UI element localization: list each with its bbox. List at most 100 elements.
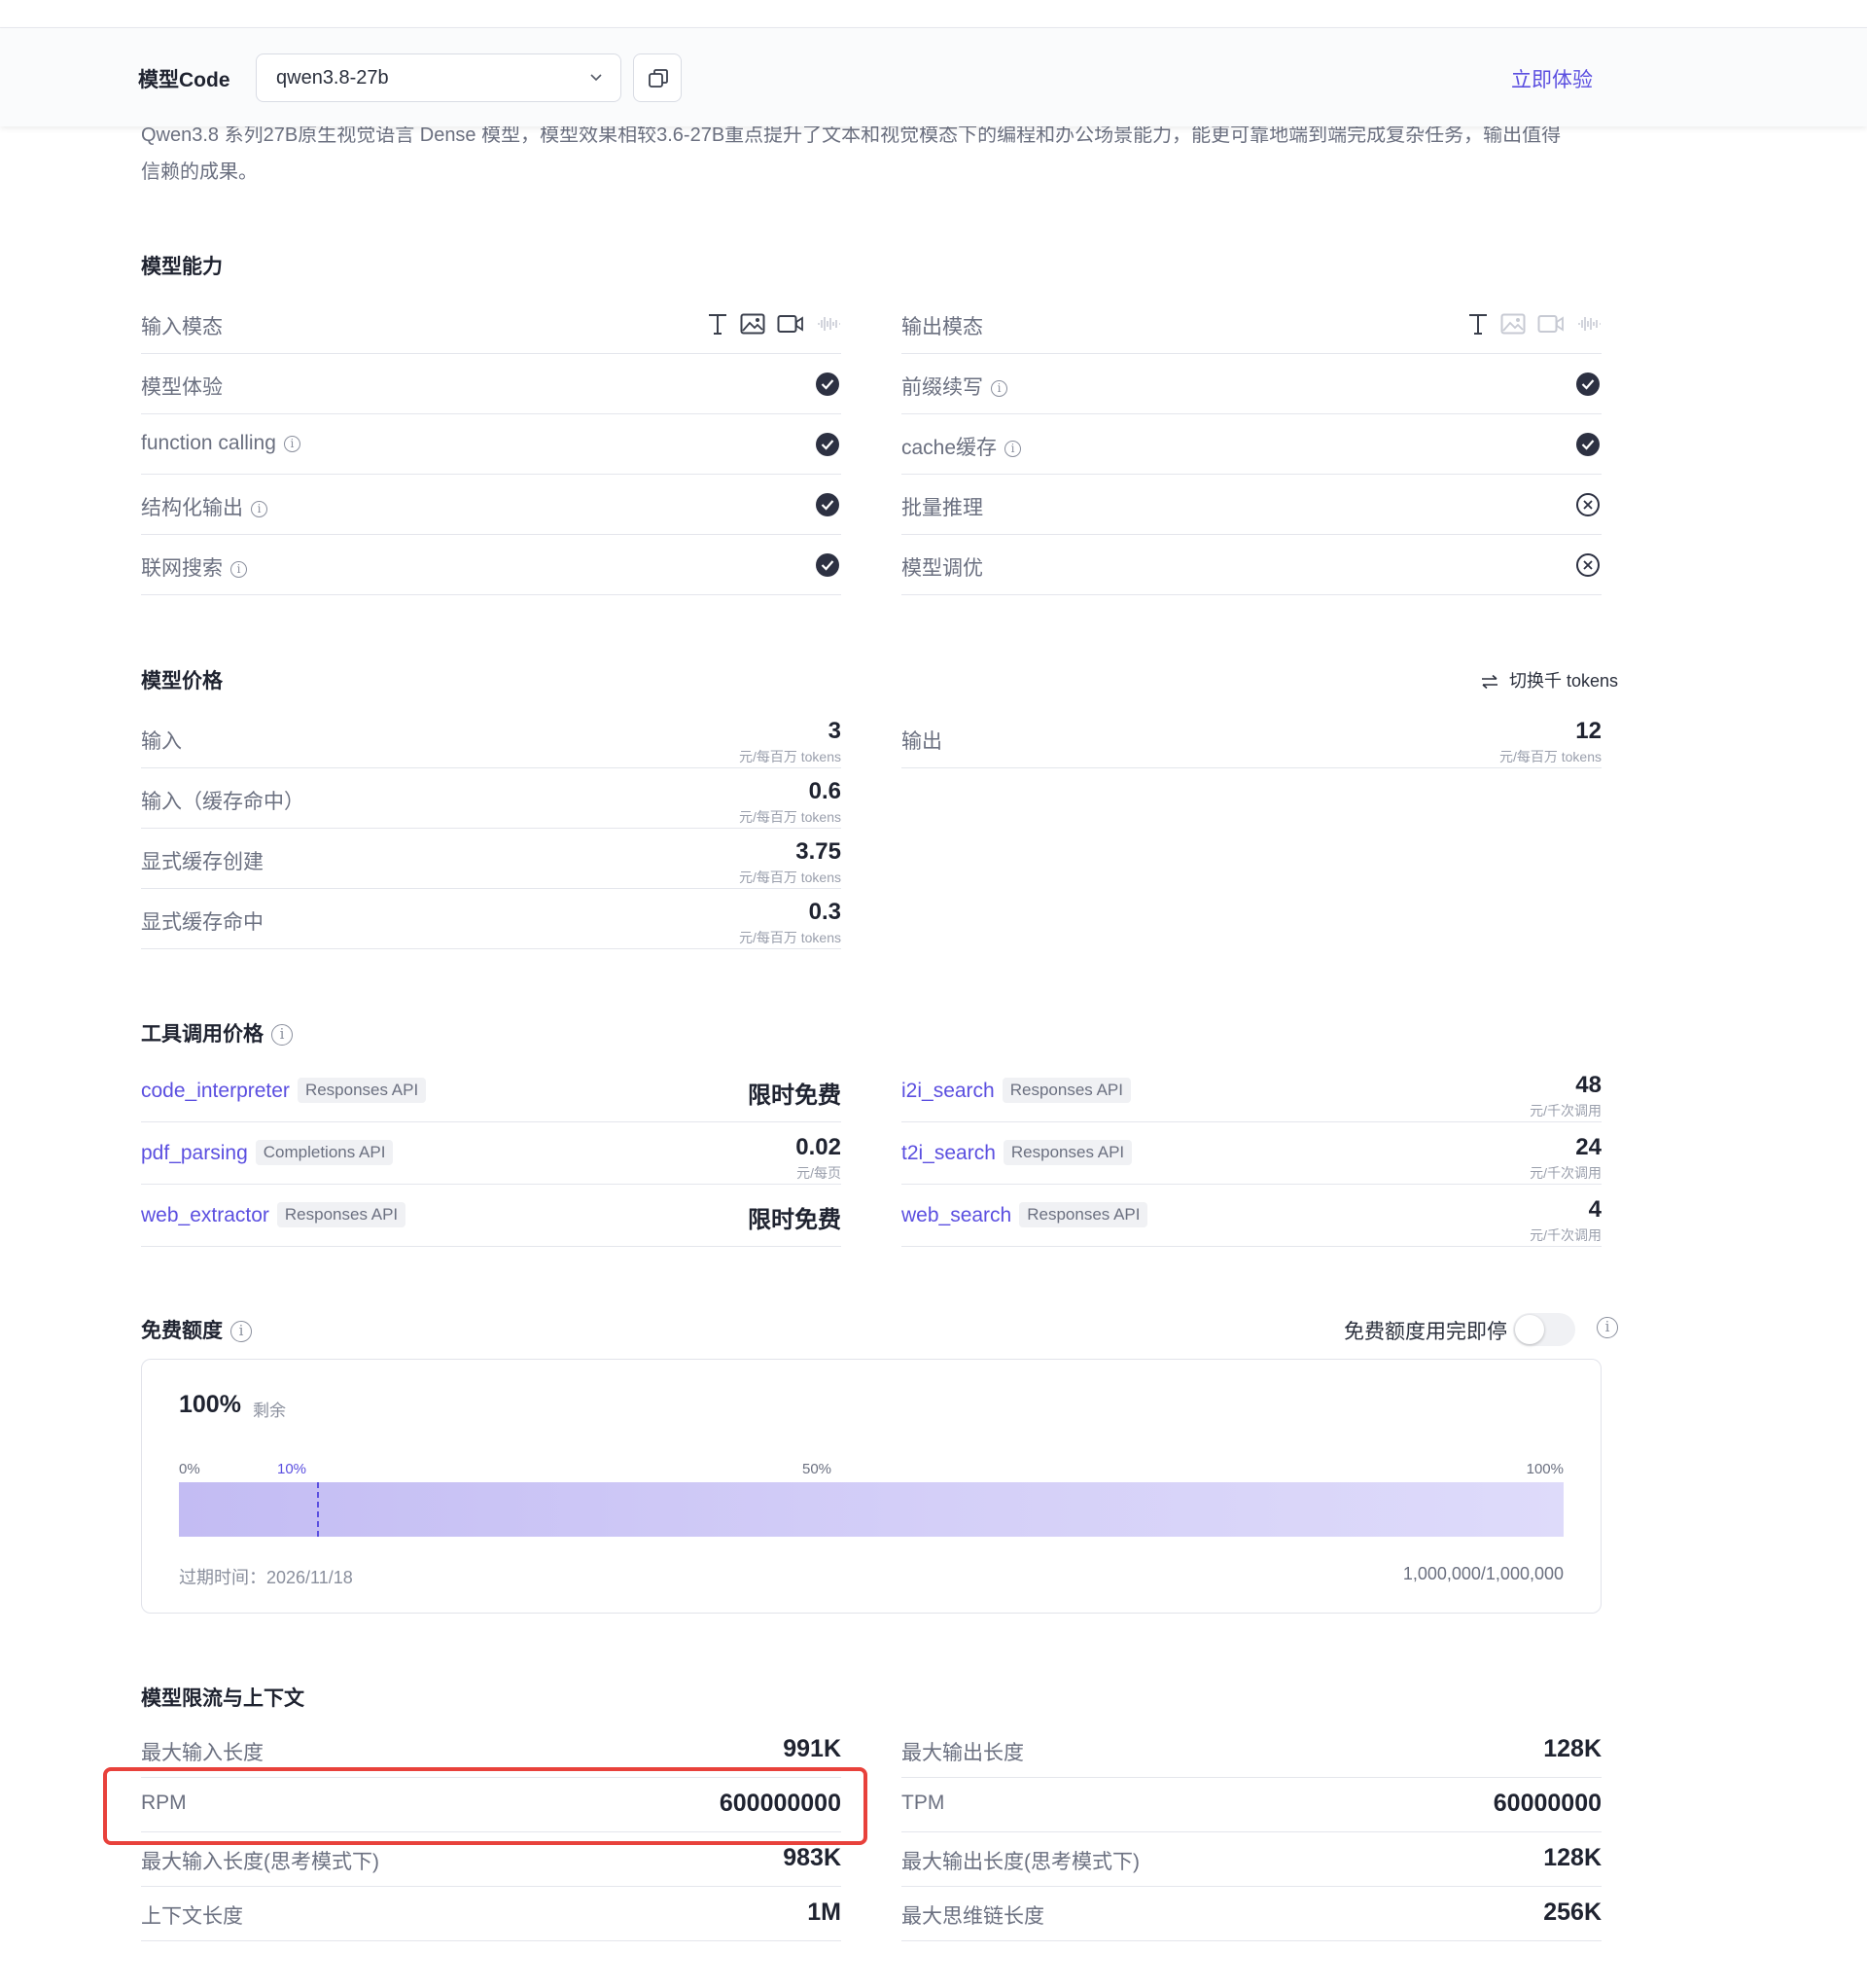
free-quota-title-text: 免费额度 xyxy=(141,1320,223,1342)
info-icon[interactable]: i xyxy=(1597,1317,1618,1338)
capability-label-text: 输出模态 xyxy=(901,316,983,338)
tool-row: web_search Responses API 4 元/千次调用 xyxy=(901,1185,1602,1247)
limit-label: 最大思维链长度 xyxy=(901,1905,1044,1928)
close-circle-icon xyxy=(1576,493,1600,516)
tool-name-text[interactable]: code_interpreter xyxy=(141,1080,290,1102)
tool-price: 24 xyxy=(1575,1134,1602,1160)
tool-name-text[interactable]: t2i_search xyxy=(901,1142,996,1164)
quota-remaining-label: 剩余 xyxy=(253,1402,286,1420)
tick-0: 0% xyxy=(179,1461,200,1477)
price-unit: 元/每百万 tokens xyxy=(738,749,841,764)
tool-name-link[interactable]: t2i_search Responses API xyxy=(901,1140,1133,1165)
limit-value: 983K xyxy=(783,1844,841,1871)
tool-name-link[interactable]: code_interpreter Responses API xyxy=(141,1078,427,1103)
api-tag: Responses API xyxy=(276,1202,406,1227)
capability-label: 结构化输出 i xyxy=(141,492,267,521)
auto-stop-toggle[interactable] xyxy=(1513,1313,1575,1346)
check-circle-icon xyxy=(816,373,839,396)
price-row: 输出 12 元/每百万 tokens xyxy=(901,708,1602,768)
price-row: 输入（缓存命中） 0.6 元/每百万 tokens xyxy=(141,768,841,829)
price-unit: 元/每百万 tokens xyxy=(738,870,841,885)
capability-label: cache缓存 i xyxy=(901,432,1022,461)
price-unit: 元/每百万 tokens xyxy=(1498,749,1602,764)
api-tag: Responses API xyxy=(1003,1140,1133,1165)
info-icon[interactable]: i xyxy=(991,379,1007,397)
capability-row: 模型体验 xyxy=(141,354,841,414)
tool-name-text[interactable]: web_extractor xyxy=(141,1204,269,1226)
capability-label: 批量推理 xyxy=(901,492,983,521)
info-icon[interactable]: i xyxy=(283,435,300,452)
tool-name-link[interactable]: web_search Responses API xyxy=(901,1202,1148,1227)
tool-name-link[interactable]: i2i_search Responses API xyxy=(901,1078,1131,1103)
capability-row: 输入模态 xyxy=(141,294,841,354)
rpm-highlight-box xyxy=(103,1767,867,1845)
audio-icon xyxy=(1576,314,1602,338)
capability-row: 批量推理 xyxy=(901,475,1602,535)
tool-name-text[interactable]: web_search xyxy=(901,1204,1011,1226)
tools-title-text: 工具调用价格 xyxy=(141,1023,264,1046)
section-title-free-quota: 免费额度 i xyxy=(141,1315,252,1344)
info-icon[interactable]: i xyxy=(230,1321,252,1343)
capability-label-text: 结构化输出 xyxy=(141,497,243,519)
section-title-tools: 工具调用价格 i xyxy=(141,1018,293,1047)
quota-threshold-marker xyxy=(317,1482,320,1537)
tool-price-unit: 元/千次调用 xyxy=(1530,1103,1602,1118)
price-unit: 元/每百万 tokens xyxy=(738,930,841,945)
auto-stop-setting: 免费额度用完即停 i xyxy=(1210,1311,1618,1346)
close-circle-icon xyxy=(1576,553,1600,577)
price-label: 输出 xyxy=(901,730,942,753)
copy-button[interactable] xyxy=(633,53,682,102)
modality-icons xyxy=(1456,312,1602,337)
tool-price-free: 限时免费 xyxy=(748,1083,841,1109)
price-unit: 元/每百万 tokens xyxy=(738,809,841,825)
auto-stop-label: 免费额度用完即停 xyxy=(1344,1321,1507,1343)
price-label: 显式缓存命中 xyxy=(141,911,264,934)
api-tag: Responses API xyxy=(1002,1078,1131,1103)
info-icon[interactable]: i xyxy=(271,1024,293,1047)
capability-label: 输出模态 xyxy=(901,311,983,340)
limit-label: 最大输出长度(思考模式下) xyxy=(901,1851,1140,1873)
quota-count: 1,000,000/1,000,000 xyxy=(1402,1564,1564,1583)
tool-name-link[interactable]: pdf_parsing Completions API xyxy=(141,1140,394,1165)
limit-value: 256K xyxy=(1543,1899,1602,1926)
section-title-limits: 模型限流与上下文 xyxy=(141,1687,304,1710)
price-value: 0.6 xyxy=(808,778,841,804)
tool-name-link[interactable]: web_extractor Responses API xyxy=(141,1202,406,1227)
tool-name-text[interactable]: pdf_parsing xyxy=(141,1142,248,1164)
capability-row: 联网搜索 i xyxy=(141,535,841,595)
try-now-link[interactable]: 立即体验 xyxy=(1511,64,1593,93)
audio-icon xyxy=(816,314,841,338)
model-select-value: qwen3.8-27b xyxy=(276,67,389,89)
tool-price: 48 xyxy=(1575,1072,1602,1098)
tool-row: t2i_search Responses API 24 元/千次调用 xyxy=(901,1122,1602,1185)
model-code-label: 模型Code xyxy=(138,69,230,91)
capability-label: 模型体验 xyxy=(141,372,223,401)
capability-label: 前缀续写 i xyxy=(901,372,1007,401)
price-row: 输入 3 元/每百万 tokens xyxy=(141,708,841,768)
info-icon[interactable]: i xyxy=(1004,440,1022,457)
tool-name-text[interactable]: i2i_search xyxy=(901,1080,995,1102)
tool-row: i2i_search Responses API 48 元/千次调用 xyxy=(901,1060,1602,1122)
capability-label-text: 模型体验 xyxy=(141,376,223,399)
capability-label-text: 前缀续写 xyxy=(901,376,983,399)
check-circle-icon xyxy=(1576,373,1600,396)
capability-label-text: 批量推理 xyxy=(901,497,983,519)
switch-unit-button[interactable]: 切换千 tokens xyxy=(1480,667,1618,692)
quota-expire-time: 过期时间：2026/11/18 xyxy=(179,1568,353,1587)
limit-row: 最大输出长度(思考模式下) 128K xyxy=(901,1832,1602,1887)
limit-value: 128K xyxy=(1543,1844,1602,1871)
tool-price: 0.02 xyxy=(795,1134,841,1160)
model-select[interactable]: qwen3.8-27b xyxy=(256,53,621,102)
check-circle-icon xyxy=(816,493,839,516)
limit-value: 991K xyxy=(783,1735,841,1762)
info-icon[interactable]: i xyxy=(251,500,267,517)
tick-10: 10% xyxy=(277,1461,307,1477)
price-value: 12 xyxy=(1575,718,1602,744)
info-icon[interactable]: i xyxy=(230,560,247,578)
tool-row: web_extractor Responses API 限时免费 xyxy=(141,1185,841,1247)
limit-value: 1M xyxy=(807,1899,841,1926)
free-quota-card: 100% 剩余 0% 10% 50% 100% 过期时间：2026/11/18 … xyxy=(141,1359,1602,1614)
capability-row: 输出模态 xyxy=(901,294,1602,354)
capability-row: 前缀续写 i xyxy=(901,354,1602,414)
capability-label-text: 模型调优 xyxy=(901,557,983,580)
